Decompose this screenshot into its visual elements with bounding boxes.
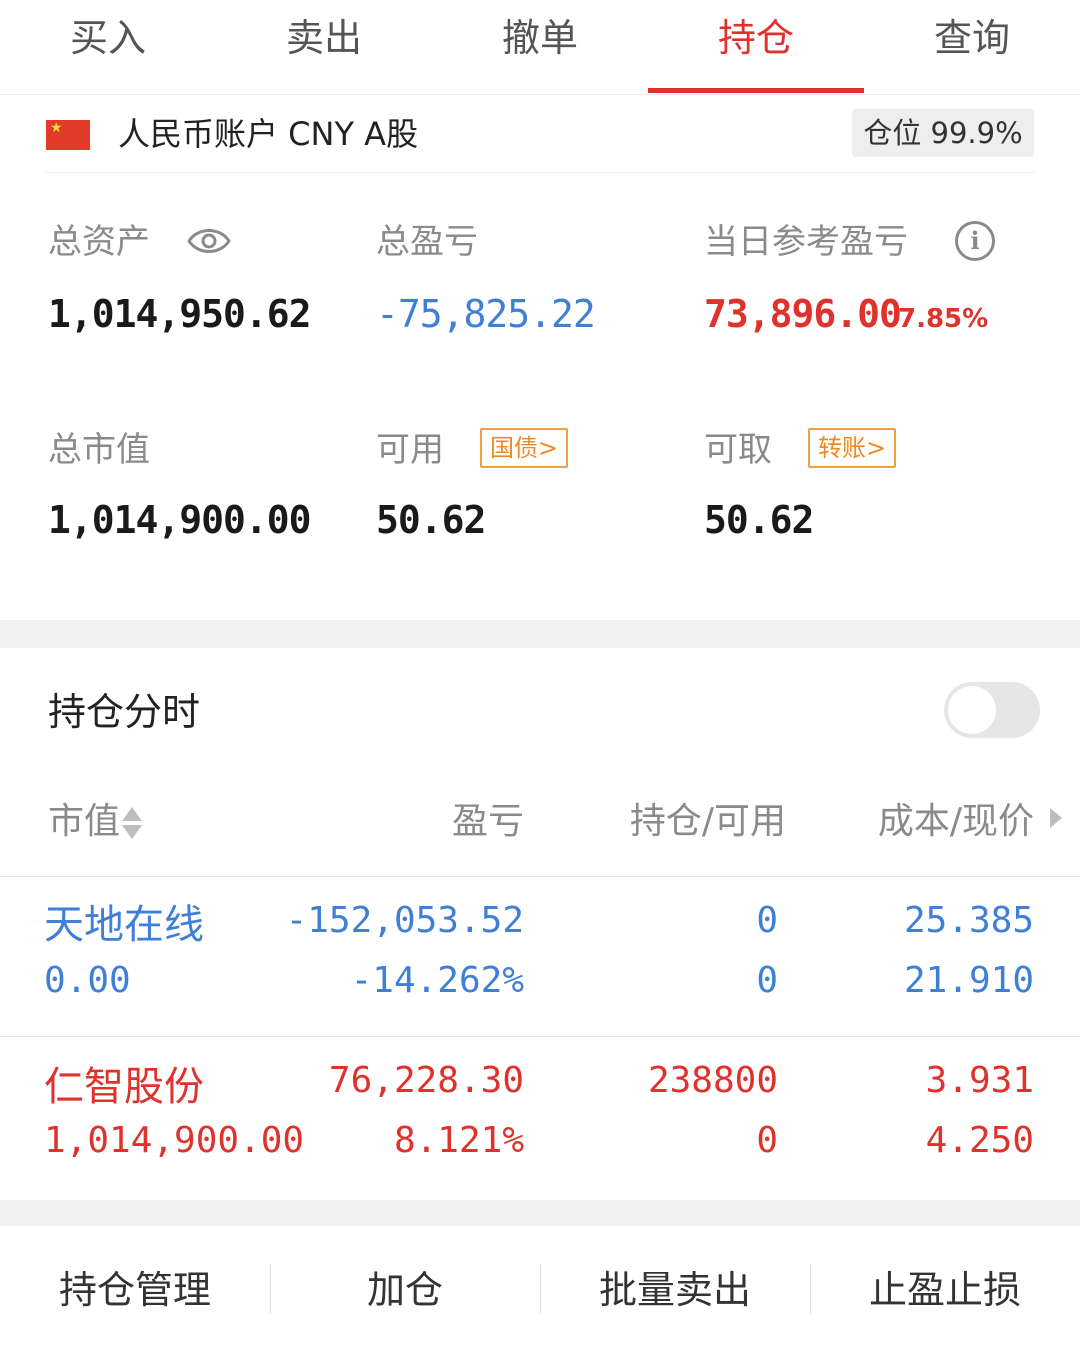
- take-profit-stop-loss-button[interactable]: 止盈止损: [810, 1262, 1080, 1318]
- tab-sell[interactable]: 卖出: [216, 0, 432, 94]
- column-market-value-label: 市值: [48, 801, 121, 842]
- daily-pnl-value: 73,896.00: [704, 292, 902, 336]
- stock-pnl-percent: 8.121%: [393, 1120, 524, 1161]
- available-value: 50.62: [376, 498, 486, 542]
- row-divider: [0, 876, 1080, 877]
- holdings-management-button[interactable]: 持仓管理: [0, 1262, 270, 1318]
- stock-market-value: 0.00: [44, 960, 131, 1001]
- withdrawable-value: 50.62: [704, 498, 814, 542]
- available-label: 可用: [376, 430, 444, 470]
- holdings-intraday-title: 持仓分时: [48, 690, 201, 734]
- daily-pnl-label: 当日参考盈亏: [704, 222, 908, 262]
- stock-position: 238800: [647, 1060, 778, 1101]
- stock-available: 0: [756, 960, 778, 1001]
- stock-position: 0: [756, 900, 778, 941]
- stock-price: 21.910: [903, 960, 1034, 1001]
- sort-icon[interactable]: [122, 805, 143, 841]
- active-tab-indicator: [648, 88, 864, 93]
- more-columns-arrow-icon[interactable]: [1050, 808, 1062, 828]
- stock-name: 仁智股份: [44, 1064, 204, 1110]
- transfer-button[interactable]: 转账>: [808, 428, 897, 468]
- stock-price: 4.250: [925, 1120, 1034, 1161]
- stock-market-value: 1,014,900.00: [44, 1120, 305, 1161]
- section-gap: [0, 620, 1080, 648]
- total-pnl-label: 总盈亏: [376, 222, 478, 262]
- stock-available: 0: [756, 1120, 778, 1161]
- daily-pnl-percent: 7.85%: [898, 304, 989, 334]
- trade-tabbar: 买入 卖出 撤单 持仓 查询: [0, 0, 1080, 95]
- stock-name: 天地在线: [44, 902, 204, 948]
- stock-cost: 3.931: [925, 1060, 1034, 1101]
- eye-icon[interactable]: [186, 224, 232, 258]
- tab-query[interactable]: 查询: [864, 0, 1080, 94]
- tab-cancel-order[interactable]: 撤单: [432, 0, 648, 94]
- market-value-label: 总市值: [48, 430, 150, 470]
- china-flag-icon: ★: [46, 120, 90, 150]
- withdrawable-label: 可取: [704, 430, 772, 470]
- total-assets-value: 1,014,950.62: [48, 292, 312, 336]
- section-gap: [0, 1200, 1080, 1226]
- divider: [46, 172, 1034, 173]
- stock-pnl-percent: -14.262%: [350, 960, 524, 1001]
- info-icon[interactable]: i: [955, 221, 995, 261]
- holdings-intraday-toggle[interactable]: [944, 682, 1040, 738]
- tab-holdings[interactable]: 持仓: [648, 0, 864, 94]
- stock-cost: 25.385: [903, 900, 1034, 941]
- toggle-knob: [948, 686, 996, 734]
- add-position-button[interactable]: 加仓: [270, 1262, 540, 1318]
- stock-pnl: 76,228.30: [328, 1060, 524, 1101]
- position-ratio-badge: 仓位 99.9%: [852, 109, 1034, 157]
- stock-pnl: -152,053.52: [285, 900, 524, 941]
- total-assets-label: 总资产: [48, 222, 150, 262]
- batch-sell-button[interactable]: 批量卖出: [540, 1262, 810, 1318]
- column-pnl[interactable]: 盈亏: [300, 798, 524, 846]
- market-value-value: 1,014,900.00: [48, 498, 312, 542]
- total-pnl-value: -75,825.22: [376, 292, 596, 336]
- tab-buy[interactable]: 买入: [0, 0, 216, 94]
- column-cost-price[interactable]: 成本/现价: [820, 798, 1034, 846]
- column-position-available[interactable]: 持仓/可用: [560, 798, 786, 846]
- row-divider: [0, 1036, 1080, 1037]
- treasury-bond-button[interactable]: 国债>: [480, 428, 569, 468]
- column-market-value[interactable]: 市值: [48, 798, 143, 846]
- account-name[interactable]: 人民币账户 CNY A股: [118, 112, 418, 156]
